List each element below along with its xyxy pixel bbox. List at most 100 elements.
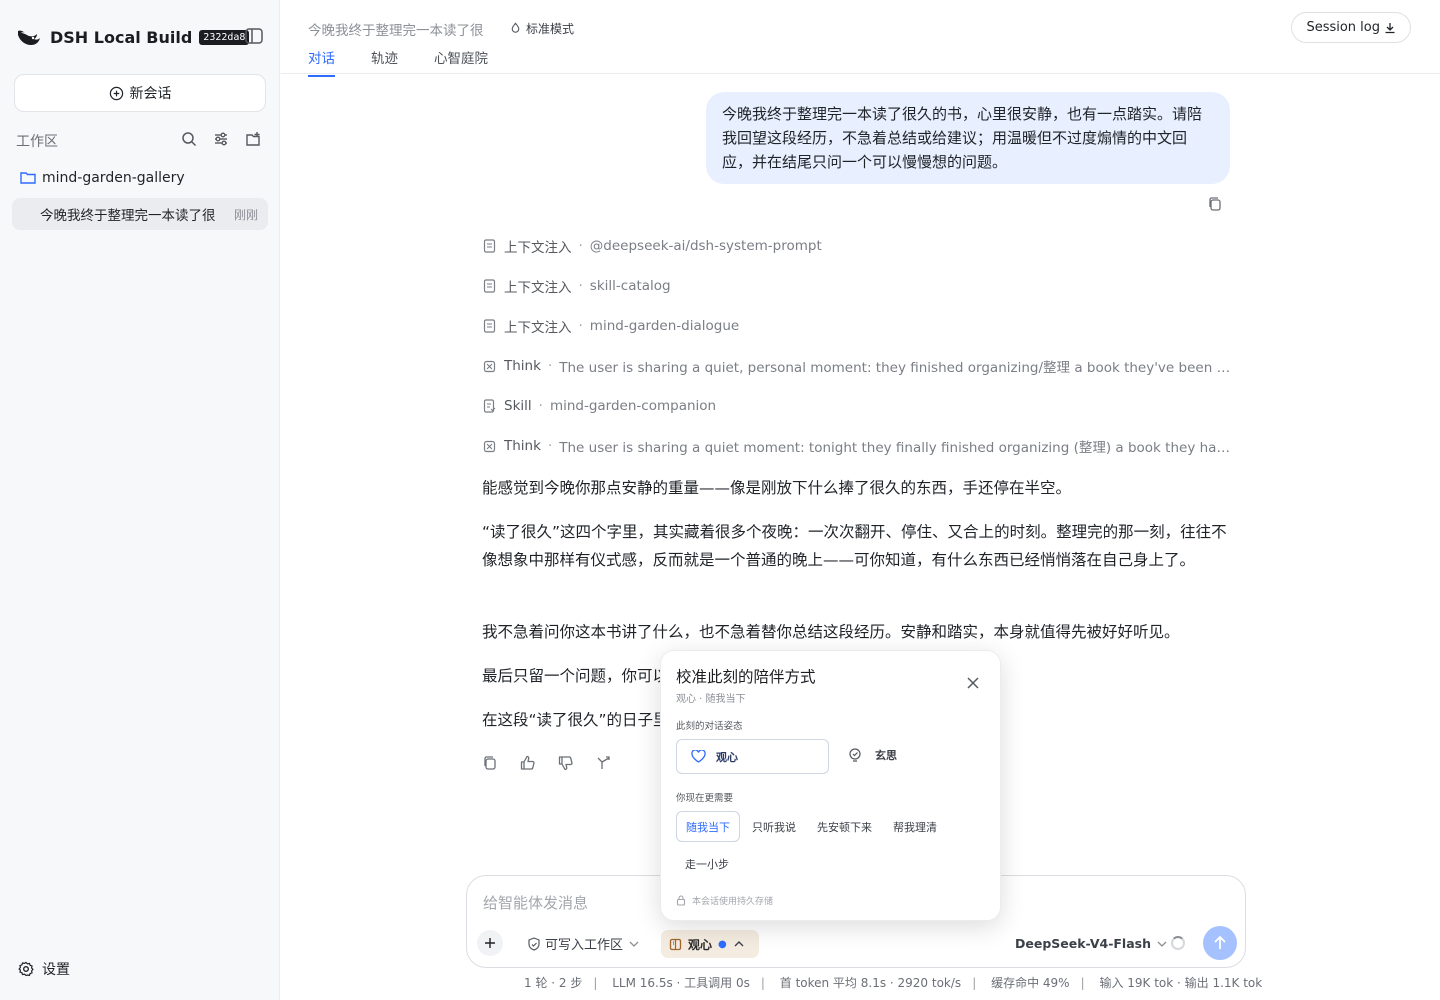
message-input[interactable]: 给智能体发消息 [483, 892, 588, 913]
whale-logo-icon [18, 30, 40, 45]
stat-cache: 缓存命中 49% [991, 976, 1070, 990]
doc-icon [483, 239, 496, 253]
trace-detail: mind-garden-companion [549, 398, 717, 414]
stat-token-speed: 首 token 平均 8.1s · 2920 tok/s [779, 976, 962, 990]
model-selector[interactable]: DeepSeek-V4-Flash [1015, 936, 1168, 951]
attach-button[interactable] [477, 930, 503, 956]
stance-section-label: 此刻的对话姿态 [676, 721, 743, 732]
message-actions [481, 754, 613, 772]
trace-kind: 上下文注入 [504, 280, 572, 296]
tab-chat[interactable]: 对话 [308, 47, 335, 77]
new-chat-label: 新会话 [129, 86, 172, 102]
thumbs-down-icon[interactable] [557, 754, 575, 772]
loading-spinner-icon [1171, 936, 1185, 950]
search-icon[interactable] [180, 130, 198, 148]
settings-button[interactable]: 设置 [18, 959, 70, 979]
need-option[interactable]: 先安顿下来 [808, 811, 881, 842]
filter-icon[interactable] [212, 130, 230, 148]
storage-note-label: 本会话使用持久存储 [692, 897, 774, 907]
folder-icon [20, 172, 36, 184]
needs-options: 随我当下 只听我说 先安顿下来 帮我理清 [676, 811, 949, 842]
trace-row[interactable]: Think · The user is sharing a quiet, pers… [483, 356, 1233, 376]
stat-llm: LLM 16.5s · 工具调用 0s [612, 976, 750, 990]
trace-detail: skill-catalog [589, 278, 671, 294]
active-dot: ● [718, 938, 727, 950]
doc-icon [483, 319, 496, 333]
trace-kind: 上下文注入 [504, 240, 572, 256]
trace-detail: @deepseek-ai/dsh-system-prompt [589, 238, 822, 254]
stance-b-label: 玄思 [875, 749, 897, 762]
trace-row[interactable]: Think · The user is sharing a quiet momen… [483, 436, 1233, 456]
trace-row[interactable]: Skill · mind-garden-companion [483, 396, 1233, 416]
new-chat-button[interactable]: 新会话 [14, 74, 266, 112]
stance-option-guanxin[interactable]: 观心 [676, 739, 829, 774]
chevron-down-icon [629, 941, 639, 947]
trace-kind: Think [504, 438, 541, 454]
session-item[interactable]: 今晚我终于整理完一本读了很 刚刚 [12, 198, 268, 230]
trace-row[interactable]: 上下文注入 · mind-garden-dialogue [483, 316, 1233, 336]
need-option[interactable]: 只听我说 [743, 811, 805, 842]
trace-kind: Skill [504, 398, 532, 414]
popover-title: 校准此刻的陪伴方式 [676, 668, 816, 686]
lock-icon [676, 895, 686, 906]
download-icon [1385, 22, 1395, 33]
mode-pill-label: 观心 [688, 937, 713, 952]
think-icon [483, 360, 496, 372]
tab-trace[interactable]: 轨迹 [371, 47, 398, 77]
workspace-tools [180, 130, 262, 148]
header: 今晚我终于整理完一本读了很 标准模式 对话 轨迹 心智庭院 Session lo… [281, 0, 1440, 77]
user-message: 今晚我终于整理完一本读了很久的书，心里很安静，也有一点踏实。请陪我回望这段经历，… [706, 92, 1230, 184]
trace-detail: The user is sharing a quiet moment: toni… [559, 440, 1233, 456]
answer-paragraph: 能感觉到今晚你那点安静的重量——像是刚放下什么捧了很久的东西，手还停在半空。 [482, 479, 1072, 497]
chevron-down-icon [1157, 941, 1167, 947]
plus-icon [485, 938, 495, 948]
edit-shield-icon [528, 936, 540, 951]
stance-a-label: 观心 [716, 750, 738, 764]
stance-option-xuansi[interactable]: 玄思 [847, 747, 897, 763]
skill-icon [483, 399, 496, 413]
answer-paragraph: “读了很久”这四个字里，其实藏着很多个夜晚：一次次翻开、停住、又合上的时刻。整理… [482, 523, 1227, 569]
thumbs-up-icon[interactable] [519, 754, 537, 772]
companion-mode-pill[interactable]: 观心 ● [661, 930, 759, 958]
workspace-label: 工作区 [16, 134, 58, 150]
trace-row[interactable]: 上下文注入 · @deepseek-ai/dsh-system-prompt [483, 236, 1233, 256]
send-button[interactable] [1203, 926, 1237, 960]
sidebar-toggle-icon[interactable] [244, 27, 264, 45]
session-title: 今晚我终于整理完一本读了很 [40, 208, 216, 224]
new-folder-icon[interactable] [244, 130, 262, 148]
session-log-button[interactable]: Session log [1291, 12, 1411, 43]
answer-paragraph: 我不急着问你这本书讲了什么，也不急着替你总结这段经历。安静和踏实，本身就值得先被… [482, 623, 1180, 641]
lightbulb-icon [849, 748, 861, 762]
plus-circle-icon [109, 86, 123, 100]
folder-item[interactable]: mind-garden-gallery [20, 170, 185, 186]
mode-label: 标准模式 [526, 22, 575, 36]
need-option[interactable]: 走一小步 [676, 848, 738, 879]
tab-mind-garden[interactable]: 心智庭院 [434, 47, 488, 77]
conversation-title: 今晚我终于整理完一本读了很 [308, 23, 484, 39]
trace-detail: The user is sharing a quiet, personal mo… [559, 360, 1233, 376]
trace-detail: mind-garden-dialogue [589, 318, 740, 334]
close-icon[interactable] [966, 676, 980, 690]
stat-turns: 1 轮 · 2 步 [524, 976, 583, 990]
run-stats: 1 轮 · 2 步 | LLM 16.5s · 工具调用 0s | 首 token … [524, 976, 1263, 990]
trace-kind: Think [504, 358, 541, 374]
popover-subtitle: 观心 · 随我当下 [676, 694, 746, 705]
workspace-permission-dropdown[interactable]: 可写入工作区 [527, 934, 645, 953]
book-icon [669, 938, 682, 950]
mode-indicator[interactable]: 标准模式 [509, 20, 574, 37]
heart-icon [691, 750, 706, 763]
model-label: DeepSeek-V4-Flash [1015, 936, 1151, 951]
storage-note: 本会话使用持久存储 [676, 894, 773, 907]
branch-icon[interactable] [595, 754, 613, 772]
companion-calibration-popover: 校准此刻的陪伴方式 观心 · 随我当下 此刻的对话姿态 观心 玄思 你现在更需要… [660, 650, 1001, 921]
need-option[interactable]: 随我当下 [676, 811, 740, 842]
chevron-up-icon [734, 941, 744, 947]
copy-icon[interactable] [1206, 195, 1224, 217]
need-option[interactable]: 帮我理清 [884, 811, 946, 842]
trace-row[interactable]: 上下文注入 · skill-catalog [483, 276, 1233, 296]
brand: DSH Local Build 2322da8 [16, 24, 250, 50]
arrow-up-icon [1214, 935, 1226, 949]
writable-label: 可写入工作区 [545, 938, 624, 953]
needs-section-label: 你现在更需要 [676, 793, 734, 804]
copy-icon[interactable] [481, 754, 499, 772]
